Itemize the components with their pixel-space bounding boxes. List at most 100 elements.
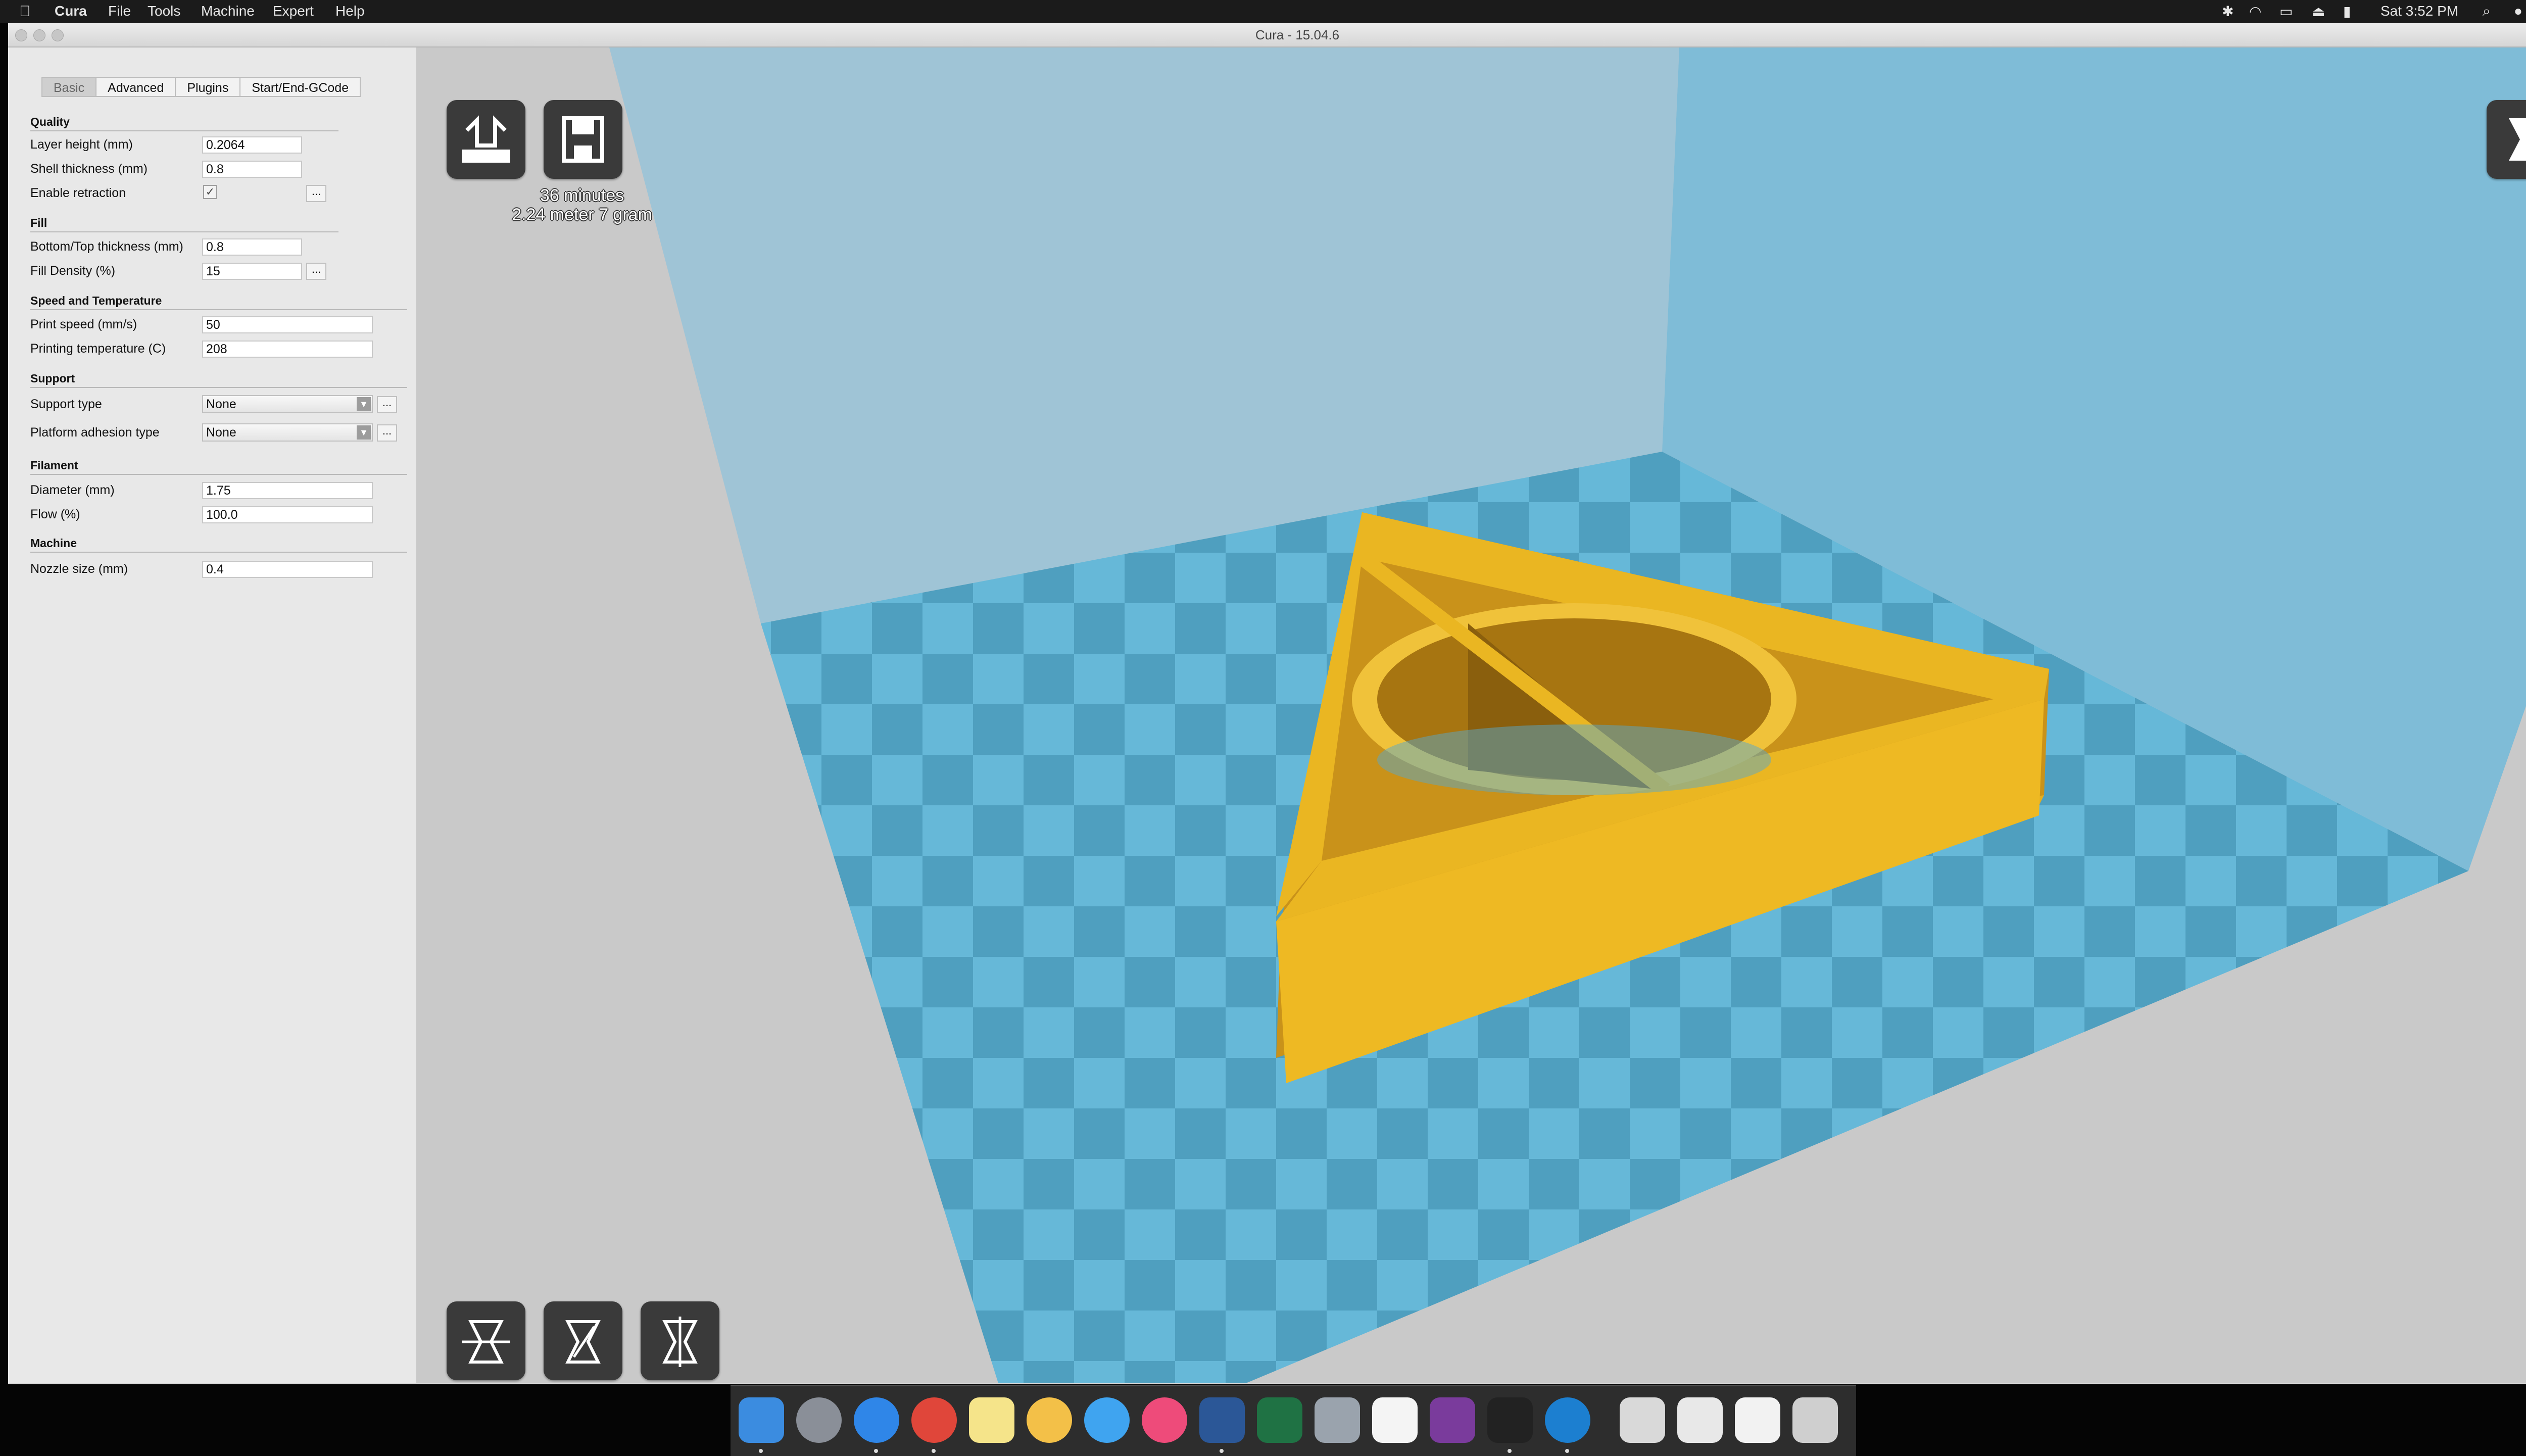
chrome-icon[interactable]	[911, 1397, 957, 1443]
3d-viewport[interactable]: 36 minutes 2.24 meter 7 gram	[417, 47, 2526, 1383]
enable-retraction-label: Enable retraction	[30, 186, 126, 200]
calendar-icon[interactable]	[1372, 1397, 1418, 1443]
eject-icon[interactable]: ⏏	[2312, 3, 2325, 20]
tab-plugins[interactable]: Plugins	[176, 77, 241, 97]
menu-file[interactable]: File	[108, 3, 131, 19]
nozzle-size-label: Nozzle size (mm)	[30, 562, 128, 576]
printing-temperature-label: Printing temperature (C)	[30, 342, 166, 356]
notes-icon[interactable]	[969, 1397, 1014, 1443]
platform-adhesion-label: Platform adhesion type	[30, 425, 160, 440]
section-machine: Machine	[30, 537, 77, 550]
diameter-input[interactable]: 1.75	[202, 482, 373, 499]
launchpad-icon[interactable]	[796, 1397, 842, 1443]
divider	[30, 552, 407, 553]
menu-expert[interactable]: Expert	[273, 3, 314, 19]
close-window-button[interactable]	[15, 29, 27, 41]
dock	[731, 1385, 1856, 1456]
documents-icon[interactable]	[1677, 1397, 1723, 1443]
menu-machine[interactable]: Machine	[201, 3, 255, 19]
print-estimate: 36 minutes 2.24 meter 7 gram	[506, 186, 658, 224]
save-gcode-button[interactable]	[544, 100, 622, 179]
view-mode-button[interactable]	[2487, 100, 2526, 179]
app-menu[interactable]: Cura	[55, 3, 87, 19]
running-indicator	[1220, 1449, 1224, 1453]
load-model-icon	[462, 115, 510, 163]
word-icon[interactable]	[1199, 1397, 1245, 1443]
itunes-icon[interactable]	[1142, 1397, 1187, 1443]
bottom-top-thickness-input[interactable]: 0.8	[202, 238, 302, 256]
section-filament: Filament	[30, 459, 78, 472]
section-fill: Fill	[30, 216, 47, 229]
battery-icon[interactable]: ▮	[2343, 3, 2351, 20]
running-indicator	[932, 1449, 936, 1453]
print-material: 2.24 meter 7 gram	[512, 205, 652, 224]
mirror-button[interactable]	[641, 1301, 719, 1380]
section-quality: Quality	[30, 115, 70, 128]
tab-start-end-gcode[interactable]: Start/End-GCode	[240, 77, 361, 97]
printing-temperature-input[interactable]: 208	[202, 341, 373, 358]
divider	[30, 387, 407, 388]
view-mode-icon	[2509, 118, 2526, 161]
shell-thickness-input[interactable]: 0.8	[202, 161, 302, 178]
mirror-icon	[662, 1317, 698, 1367]
save-disk-icon	[562, 116, 604, 163]
downloads-icon[interactable]	[1735, 1397, 1780, 1443]
tab-advanced[interactable]: Advanced	[96, 77, 176, 97]
nozzle-size-input[interactable]: 0.4	[202, 561, 373, 578]
applications-folder-icon[interactable]	[1620, 1397, 1665, 1443]
menu-help[interactable]: Help	[335, 3, 365, 19]
print-speed-label: Print speed (mm/s)	[30, 317, 137, 331]
fill-more-button[interactable]: ...	[306, 263, 326, 280]
support-type-select[interactable]: None ▼	[202, 395, 373, 413]
trash-icon[interactable]	[1792, 1397, 1838, 1443]
running-indicator	[759, 1449, 763, 1453]
bluetooth-icon[interactable]: ✱	[2222, 3, 2233, 20]
photos-icon[interactable]	[1027, 1397, 1072, 1443]
fill-density-label: Fill Density (%)	[30, 264, 116, 278]
bottom-top-thickness-label: Bottom/Top thickness (mm)	[30, 239, 183, 254]
finder-icon[interactable]	[739, 1397, 784, 1443]
clock[interactable]: Sat 3:52 PM	[2381, 3, 2458, 19]
layer-height-input[interactable]: 0.2064	[202, 136, 302, 154]
minimize-window-button[interactable]	[33, 29, 45, 41]
preview-icon[interactable]	[1315, 1397, 1360, 1443]
layer-height-label: Layer height (mm)	[30, 137, 133, 152]
window-title: Cura - 15.04.6	[1255, 27, 1340, 42]
onenote-icon[interactable]	[1430, 1397, 1475, 1443]
rotate-icon	[462, 1320, 510, 1364]
print-speed-input[interactable]: 50	[202, 316, 373, 333]
fill-density-input[interactable]: 15	[202, 263, 302, 280]
support-more-button[interactable]: ...	[377, 396, 397, 413]
print-time: 36 minutes	[540, 186, 624, 205]
safari-icon[interactable]	[854, 1397, 899, 1443]
spotlight-icon[interactable]: ⌕	[2483, 3, 2491, 20]
terminal-icon[interactable]	[1487, 1397, 1533, 1443]
divider	[30, 130, 338, 131]
shell-thickness-label: Shell thickness (mm)	[30, 162, 148, 176]
settings-tabs: Basic Advanced Plugins Start/End-GCode	[41, 77, 361, 97]
platform-adhesion-select[interactable]: None ▼	[202, 423, 373, 442]
chevron-down-icon: ▼	[357, 425, 371, 440]
scale-button[interactable]	[544, 1301, 622, 1380]
apple-icon[interactable]: 	[19, 3, 31, 20]
divider	[30, 474, 407, 475]
menu-tools[interactable]: Tools	[148, 3, 180, 19]
running-indicator	[1508, 1449, 1512, 1453]
zoom-window-button[interactable]	[52, 29, 64, 41]
scale-icon	[565, 1320, 601, 1364]
tab-basic[interactable]: Basic	[41, 77, 97, 97]
enable-retraction-checkbox[interactable]: ✓	[203, 185, 217, 199]
airplay-icon[interactable]: ▭	[2279, 3, 2293, 20]
adhesion-more-button[interactable]: ...	[377, 424, 397, 442]
siri-icon[interactable]: ●	[2514, 3, 2522, 19]
cura-icon[interactable]	[1545, 1397, 1590, 1443]
flow-input[interactable]: 100.0	[202, 506, 373, 523]
retraction-more-button[interactable]: ...	[306, 185, 326, 202]
excel-icon[interactable]	[1257, 1397, 1302, 1443]
rotate-button[interactable]	[447, 1301, 525, 1380]
section-support: Support	[30, 372, 75, 385]
wifi-icon[interactable]: ◠	[2249, 3, 2261, 20]
load-model-button[interactable]	[447, 100, 525, 179]
menu-bar:  Cura File Tools Machine Expert Help ✱ …	[0, 0, 2526, 23]
messages-icon[interactable]	[1084, 1397, 1130, 1443]
